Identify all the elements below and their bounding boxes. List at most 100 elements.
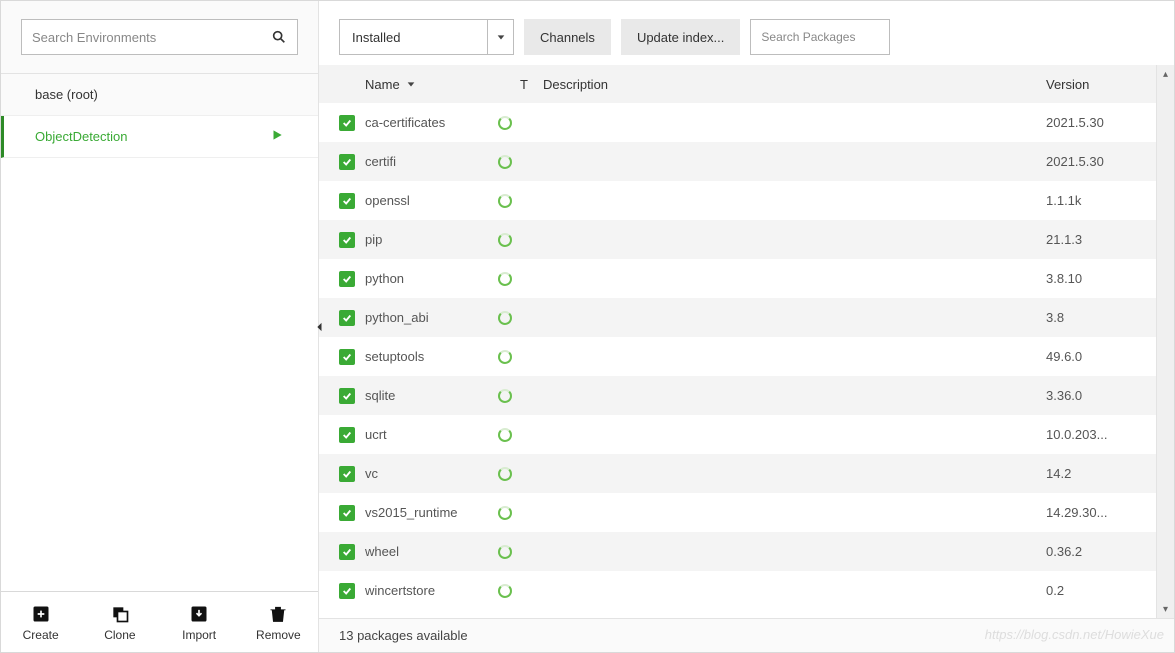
spinner-icon [498,272,512,286]
search-icon [271,29,287,45]
row-version: 3.36.0 [1046,388,1156,403]
row-check[interactable] [339,505,365,521]
scrollbar[interactable]: ▴ ▾ [1156,65,1174,618]
table-row[interactable]: python_abi 3.8 [319,298,1156,337]
spinner-icon [498,233,512,247]
table-row[interactable]: pip 21.1.3 [319,220,1156,259]
env-item-label: base (root) [35,87,98,102]
row-version: 0.36.2 [1046,544,1156,559]
table-row[interactable]: ca-certificates2021.5.30 [319,103,1156,142]
sidebar: base (root) ObjectDetection Create Clone… [1,1,319,652]
sort-icon [406,79,416,89]
row-version: 49.6.0 [1046,349,1156,364]
import-button[interactable]: Import [160,592,239,652]
row-check[interactable] [339,388,365,404]
action-label: Create [23,628,59,642]
clone-button[interactable]: Clone [80,592,159,652]
spinner-icon [498,194,512,208]
create-button[interactable]: Create [1,592,80,652]
row-version: 1.1.1k [1046,193,1156,208]
scroll-down-icon[interactable]: ▾ [1157,600,1174,618]
action-label: Remove [256,628,301,642]
row-version: 21.1.3 [1046,232,1156,247]
clone-icon [110,604,130,624]
row-loading [485,155,525,169]
row-check[interactable] [339,544,365,560]
action-label: Import [182,628,216,642]
col-t[interactable]: T [511,77,537,92]
checkbox-icon [339,115,355,131]
row-check[interactable] [339,310,365,326]
row-loading [485,272,525,286]
update-index-button[interactable]: Update index... [621,19,740,55]
package-search-box[interactable] [750,19,890,55]
row-check[interactable] [339,349,365,365]
row-name: python_abi [365,310,485,325]
spinner-icon [498,116,512,130]
app-window: base (root) ObjectDetection Create Clone… [0,0,1175,653]
env-item-base[interactable]: base (root) [1,74,318,116]
row-name: pip [365,232,485,247]
table-row[interactable]: vs2015_runtime14.29.30... [319,493,1156,532]
row-check[interactable] [339,583,365,599]
play-icon[interactable] [270,128,284,145]
checkbox-icon [339,193,355,209]
remove-button[interactable]: Remove [239,592,318,652]
table-row[interactable]: wincertstore0.2 [319,571,1156,610]
table-row[interactable]: certifi2021.5.30 [319,142,1156,181]
table-row[interactable]: openssl1.1.1k [319,181,1156,220]
checkbox-icon [339,466,355,482]
filter-select[interactable]: Installed [339,19,514,55]
row-loading [485,233,525,247]
row-check[interactable] [339,232,365,248]
row-check[interactable] [339,193,365,209]
table-row[interactable]: setuptools 49.6.0 [319,337,1156,376]
plus-square-icon [31,604,51,624]
row-name: wheel [365,544,485,559]
checkbox-icon [339,505,355,521]
col-description[interactable]: Description [537,77,1046,92]
row-version: 14.29.30... [1046,505,1156,520]
spinner-icon [498,506,512,520]
environment-list: base (root) ObjectDetection [1,73,318,591]
row-version: 3.8 [1046,310,1156,325]
row-loading [485,311,525,325]
col-version[interactable]: Version [1046,77,1156,92]
table-row[interactable]: ucrt10.0.203... [319,415,1156,454]
row-loading [485,506,525,520]
table-row[interactable]: wheel 0.36.2 [319,532,1156,571]
collapse-sidebar-toggle[interactable] [312,313,326,341]
spinner-icon [498,311,512,325]
checkbox-icon [339,232,355,248]
channels-button[interactable]: Channels [524,19,611,55]
spinner-icon [498,350,512,364]
row-name: setuptools [365,349,485,364]
row-check[interactable] [339,466,365,482]
import-icon [189,604,209,624]
col-name-label: Name [365,77,400,92]
row-check[interactable] [339,154,365,170]
checkbox-icon [339,310,355,326]
spinner-icon [498,428,512,442]
row-check[interactable] [339,271,365,287]
table-row[interactable]: sqlite3.36.0 [319,376,1156,415]
status-text: 13 packages available [339,628,468,643]
env-item-objectdetection[interactable]: ObjectDetection [1,116,318,158]
checkbox-icon [339,271,355,287]
col-name[interactable]: Name [365,77,511,92]
checkbox-icon [339,583,355,599]
scroll-up-icon[interactable]: ▴ [1157,65,1174,83]
row-loading [485,116,525,130]
package-search-input[interactable] [761,30,916,44]
table-row[interactable]: vc14.2 [319,454,1156,493]
table-row[interactable]: python3.8.10 [319,259,1156,298]
spinner-icon [498,389,512,403]
env-search-input[interactable] [32,30,271,45]
row-check[interactable] [339,115,365,131]
action-label: Clone [104,628,135,642]
row-loading [485,545,525,559]
row-version: 10.0.203... [1046,427,1156,442]
spinner-icon [498,545,512,559]
env-search-box[interactable] [21,19,298,55]
row-check[interactable] [339,427,365,443]
